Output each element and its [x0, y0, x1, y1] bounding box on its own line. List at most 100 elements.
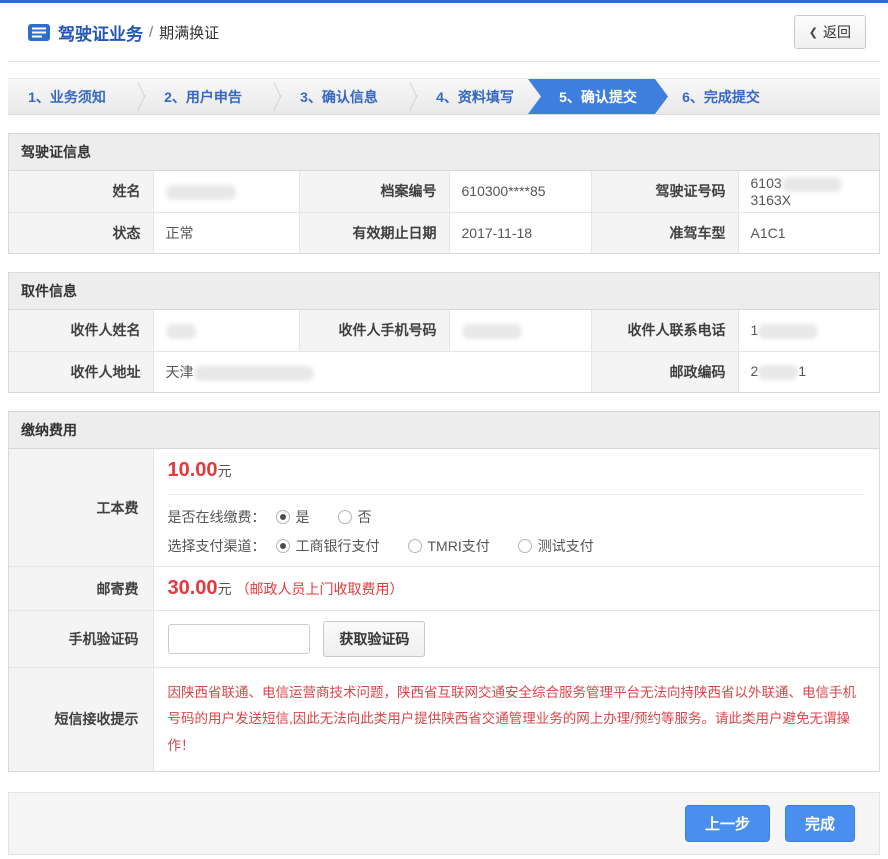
page-header: 驾驶证业务 / 期满换证 ❮ 返回: [8, 3, 880, 62]
breadcrumb-divider: /: [149, 24, 153, 41]
pay-channel-row: 选择支付渠道： 工商银行支付 TMRI支付 测试支付: [168, 536, 866, 556]
sms-code-input[interactable]: [168, 624, 310, 654]
pickup-info-section: 取件信息 收件人姓名 收件人手机号码 收件人联系电话 1 收件人地址 天津 邮政…: [8, 272, 880, 393]
radio-unchecked-icon: [408, 539, 422, 553]
postage-content: 30.00元（邮政人员上门收取费用）: [153, 567, 879, 611]
step-3-confirm-info[interactable]: 3、确认信息: [280, 79, 398, 114]
card-fee-amount: 10.00: [168, 459, 218, 481]
step-1-business-notes[interactable]: 1、业务须知: [8, 79, 126, 114]
zip-value: 21: [738, 351, 879, 392]
recipient-mobile-label: 收件人手机号码: [299, 310, 449, 351]
recipient-name-label: 收件人姓名: [9, 310, 153, 351]
postage-label: 邮寄费: [9, 567, 153, 611]
license-info-section: 驾驶证信息 姓名 档案编号 610300****85 驾驶证号码 6103316…: [8, 133, 880, 254]
file-no-value: 610300****85: [449, 171, 591, 212]
form-list-icon: [28, 24, 50, 41]
name-value: [153, 171, 299, 212]
yuan-unit: 元: [218, 581, 232, 597]
status-label: 状态: [9, 212, 153, 253]
card-fee-label: 工本费: [9, 449, 153, 567]
table-row: 收件人地址 天津 邮政编码 21: [9, 351, 879, 392]
back-button-label: 返回: [823, 22, 851, 42]
table-row: 姓名 档案编号 610300****85 驾驶证号码 61033163X: [9, 171, 879, 212]
page: 驾驶证业务 / 期满换证 ❮ 返回 1、业务须知 2、用户申告 3、确认信息 4…: [0, 3, 888, 859]
back-button[interactable]: ❮ 返回: [794, 15, 866, 49]
status-value: 正常: [153, 212, 299, 253]
fees-table: 工本费 10.00元 是否在线缴费： 是 否 选择支付渠道： 工商银行支付 TM…: [9, 449, 879, 771]
step-separator: [398, 79, 416, 114]
footer-action-bar: 上一步 完成: [8, 792, 880, 855]
chevron-left-icon: ❮: [809, 26, 818, 39]
redacted-value: [462, 324, 522, 339]
yuan-unit: 元: [218, 463, 232, 479]
postage-amount: 30.00: [168, 577, 218, 599]
step-separator: [262, 79, 280, 114]
radio-checked-icon: [276, 510, 290, 524]
expiry-value: 2017-11-18: [449, 212, 591, 253]
pickup-info-table: 收件人姓名 收件人手机号码 收件人联系电话 1 收件人地址 天津 邮政编码 21: [9, 310, 879, 392]
table-row: 收件人姓名 收件人手机号码 收件人联系电话 1: [9, 310, 879, 351]
recipient-phone-label: 收件人联系电话: [591, 310, 738, 351]
redacted-value: [166, 185, 236, 200]
breadcrumb-current: 期满换证: [159, 22, 219, 43]
sms-tip-label: 短信接收提示: [9, 668, 153, 771]
online-pay-question: 是否在线缴费：: [168, 507, 266, 527]
recipient-name-value: [153, 310, 299, 351]
vehicle-class-value: A1C1: [738, 212, 879, 253]
online-pay-row: 是否在线缴费： 是 否: [168, 507, 866, 527]
step-separator: [126, 79, 144, 114]
table-row: 短信接收提示 因陕西省联通、电信运营商技术问题，陕西省互联网交通安全综合服务管理…: [9, 668, 879, 771]
vehicle-class-label: 准驾车型: [591, 212, 738, 253]
online-pay-yes-option[interactable]: 是: [276, 507, 310, 527]
finish-button[interactable]: 完成: [785, 805, 855, 842]
previous-step-button[interactable]: 上一步: [685, 805, 770, 842]
table-row: 手机验证码 获取验证码: [9, 611, 879, 668]
fees-section: 缴纳费用 工本费 10.00元 是否在线缴费： 是 否 选择支付渠道：: [8, 411, 880, 772]
pickup-section-title: 取件信息: [9, 273, 879, 310]
fee-divider: [168, 494, 866, 495]
card-fee-content: 10.00元 是否在线缴费： 是 否 选择支付渠道： 工商银行支付 TMRI支付…: [153, 449, 879, 567]
step-4-fill-data[interactable]: 4、资料填写: [416, 79, 534, 114]
step-progress-bar: 1、业务须知 2、用户申告 3、确认信息 4、资料填写 5、确认提交 6、完成提…: [8, 78, 880, 115]
channel-icbc-option[interactable]: 工商银行支付: [276, 536, 380, 556]
get-code-button[interactable]: 获取验证码: [323, 621, 425, 657]
step-6-finish-submit[interactable]: 6、完成提交: [662, 79, 780, 114]
license-no-label: 驾驶证号码: [591, 171, 738, 212]
step-2-user-declaration[interactable]: 2、用户申告: [144, 79, 262, 114]
redacted-value: [166, 324, 196, 339]
recipient-mobile-value: [449, 310, 591, 351]
file-no-label: 档案编号: [299, 171, 449, 212]
online-pay-no-option[interactable]: 否: [338, 507, 372, 527]
radio-unchecked-icon: [518, 539, 532, 553]
channel-test-option[interactable]: 测试支付: [518, 536, 594, 556]
redacted-value: [782, 177, 842, 192]
radio-checked-icon: [276, 539, 290, 553]
license-no-value: 61033163X: [738, 171, 879, 212]
channel-tmri-option[interactable]: TMRI支付: [408, 536, 490, 556]
license-section-title: 驾驶证信息: [9, 134, 879, 171]
table-row: 状态 正常 有效期止日期 2017-11-18 准驾车型 A1C1: [9, 212, 879, 253]
sms-notice-text: 因陕西省联通、电信运营商技术问题，陕西省互联网交通安全综合服务管理平台无法向持陕…: [168, 678, 866, 761]
fees-section-title: 缴纳费用: [9, 412, 879, 449]
table-row: 工本费 10.00元 是否在线缴费： 是 否 选择支付渠道： 工商银行支付 TM…: [9, 449, 879, 567]
step-bar-filler: [780, 79, 880, 114]
redacted-value: [758, 324, 818, 339]
sms-code-content: 获取验证码: [153, 611, 879, 668]
sms-code-label: 手机验证码: [9, 611, 153, 668]
license-info-table: 姓名 档案编号 610300****85 驾驶证号码 61033163X 状态 …: [9, 171, 879, 253]
card-fee-price: 10.00元: [168, 459, 866, 482]
radio-unchecked-icon: [338, 510, 352, 524]
expiry-label: 有效期止日期: [299, 212, 449, 253]
pay-channel-question: 选择支付渠道：: [168, 536, 266, 556]
sms-tip-content: 因陕西省联通、电信运营商技术问题，陕西省互联网交通安全综合服务管理平台无法向持陕…: [153, 668, 879, 771]
name-label: 姓名: [9, 171, 153, 212]
step-5-confirm-submit-active[interactable]: 5、确认提交: [528, 79, 668, 114]
redacted-value: [758, 365, 798, 380]
zip-label: 邮政编码: [591, 351, 738, 392]
recipient-address-label: 收件人地址: [9, 351, 153, 392]
page-title: 驾驶证业务: [58, 20, 143, 45]
redacted-value: [194, 366, 314, 381]
recipient-phone-value: 1: [738, 310, 879, 351]
recipient-address-value: 天津: [153, 351, 591, 392]
postage-note: （邮政人员上门收取费用）: [236, 581, 404, 597]
